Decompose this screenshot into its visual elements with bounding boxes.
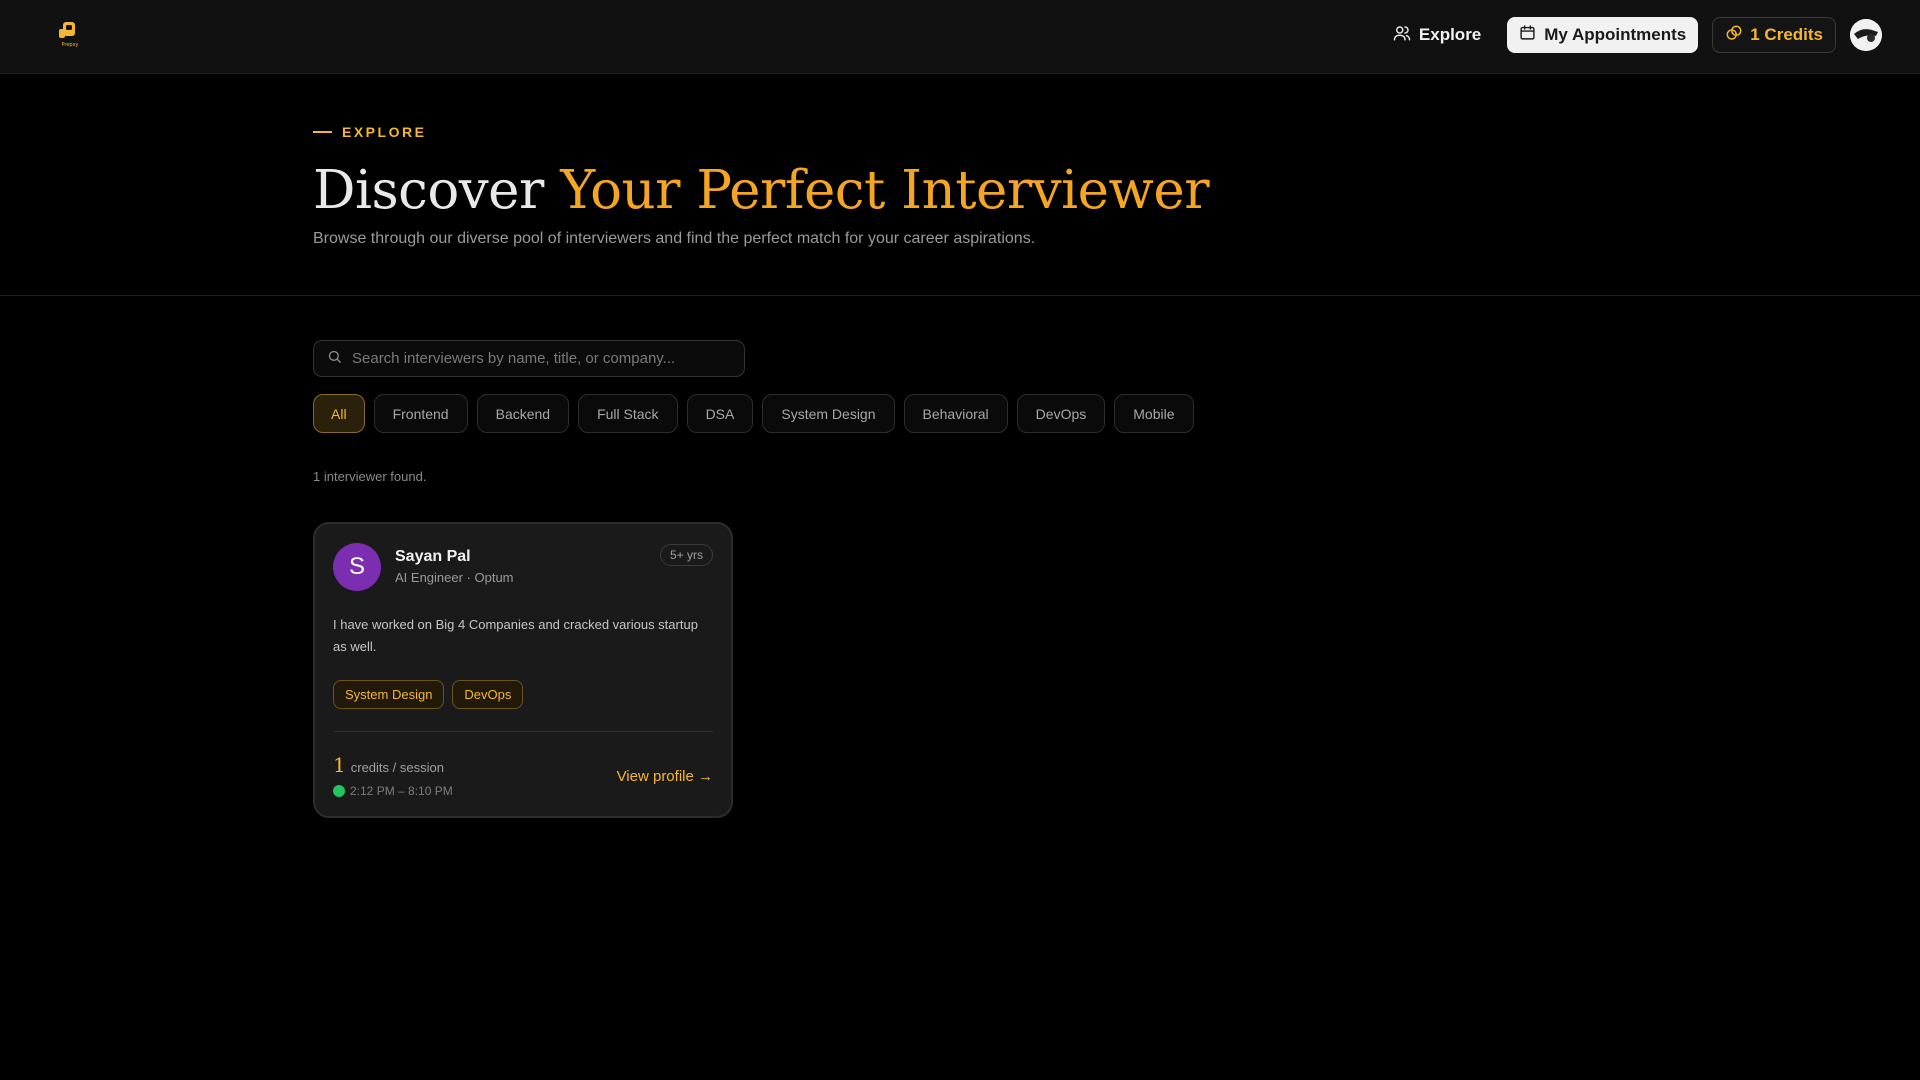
page-title: Discover Your Perfect Interviewer xyxy=(313,158,1613,224)
eyebrow-line xyxy=(313,131,332,133)
view-profile-link[interactable]: View profile → xyxy=(617,768,713,785)
page-subtitle: Browse through our diverse pool of inter… xyxy=(313,230,1036,247)
nav-actions: Explore My Appointments 1 Credits xyxy=(1381,17,1882,53)
interviewer-bio: I have worked on Big 4 Companies and cra… xyxy=(333,617,698,654)
top-navbar: Prepxy Explore My Appointments 1 Credits xyxy=(0,0,1920,74)
interviewer-name: Sayan Pal xyxy=(395,548,471,565)
filter-chip-behavioral[interactable]: Behavioral xyxy=(903,394,1008,433)
credits-unit: credits / session xyxy=(350,760,444,775)
filter-chip-backend[interactable]: Backend xyxy=(476,394,570,433)
filter-chip-dsa[interactable]: DSA xyxy=(686,394,754,433)
logo-text: Prepxy xyxy=(61,42,78,48)
credits-label: 1 Credits xyxy=(1750,25,1823,44)
section-eyebrow: EXPLORE xyxy=(313,124,1613,140)
availability-hours: 2:12 PM – 8:10 PM xyxy=(350,784,453,798)
title-part-2-highlight: Your Perfect Interviewer xyxy=(560,160,1210,221)
explore-label: Explore xyxy=(1418,25,1482,44)
filter-chip-all[interactable]: All xyxy=(313,394,365,433)
search-input[interactable] xyxy=(352,350,744,367)
title-part-1: Discover xyxy=(313,160,561,221)
calendar-icon xyxy=(1519,24,1536,46)
results-count: 1 interviewer found. xyxy=(313,469,427,484)
card-divider xyxy=(333,731,713,732)
interviewer-role: AI Engineer · Optum xyxy=(395,570,514,585)
filter-chip-devops[interactable]: DevOps xyxy=(1016,394,1106,433)
availability: 2:12 PM – 8:10 PM xyxy=(333,784,453,798)
interviewer-avatar: S xyxy=(333,543,381,591)
session-price: 1 credits / session xyxy=(333,753,444,777)
prepxy-logo[interactable]: Prepxy xyxy=(56,20,84,48)
skill-tag: System Design xyxy=(333,680,445,709)
filter-chip-full-stack[interactable]: Full Stack xyxy=(578,394,678,433)
search-box xyxy=(313,340,745,377)
credits-amount: 1 xyxy=(333,753,346,777)
skill-tag: DevOps xyxy=(452,680,524,709)
my-appointments-label: My Appointments xyxy=(1544,25,1687,44)
experience-badge: 5+ yrs xyxy=(659,544,713,566)
eyebrow-label: EXPLORE xyxy=(342,124,427,140)
credits-button[interactable]: 1 Credits xyxy=(1712,17,1836,53)
filter-chips: All Frontend Backend Full Stack DSA Syst… xyxy=(313,394,1194,433)
explore-nav-link[interactable]: Explore xyxy=(1381,17,1493,53)
section-divider xyxy=(0,295,1920,296)
search-icon xyxy=(327,349,342,369)
interviewer-card[interactable]: S Sayan Pal AI Engineer · Optum 5+ yrs I… xyxy=(313,522,733,818)
hero-section: EXPLORE Discover Your Perfect Interviewe… xyxy=(313,124,1613,248)
filter-chip-frontend[interactable]: Frontend xyxy=(373,394,468,433)
my-appointments-button[interactable]: My Appointments xyxy=(1507,17,1699,53)
filter-chip-mobile[interactable]: Mobile xyxy=(1114,394,1194,433)
filter-chip-system-design[interactable]: System Design xyxy=(762,394,895,433)
user-avatar[interactable] xyxy=(1850,19,1882,51)
users-icon xyxy=(1393,24,1411,47)
available-status-dot xyxy=(333,785,345,797)
skill-tags: System Design DevOps xyxy=(333,680,524,709)
coins-icon xyxy=(1725,24,1743,47)
